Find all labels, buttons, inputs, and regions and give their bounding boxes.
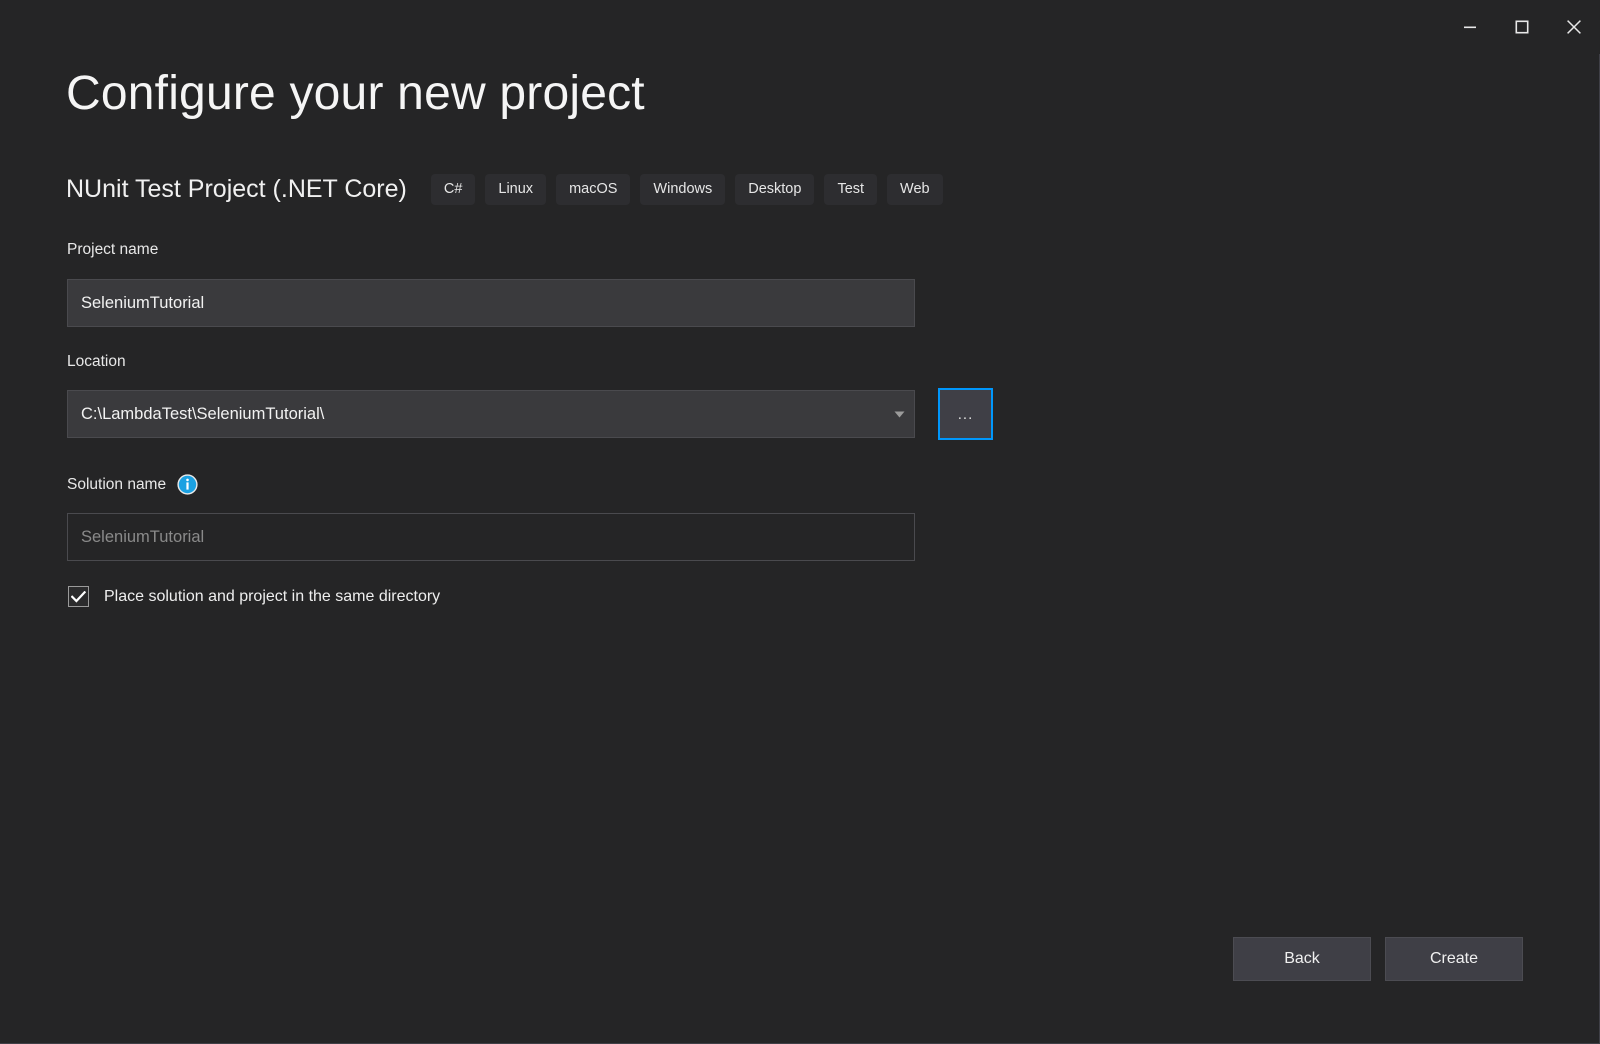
same-directory-row[interactable]: Place solution and project in the same d…	[68, 586, 440, 607]
minimize-button[interactable]	[1444, 0, 1496, 54]
location-input[interactable]	[68, 391, 884, 437]
same-directory-label: Place solution and project in the same d…	[104, 588, 440, 606]
location-combobox[interactable]	[67, 390, 915, 438]
footer-button-group: Back Create	[1233, 937, 1523, 981]
tag-chip-linux: Linux	[485, 174, 546, 205]
close-button[interactable]	[1548, 0, 1600, 54]
location-label: Location	[67, 353, 126, 371]
same-directory-checkbox[interactable]	[68, 586, 89, 607]
title-bar	[0, 0, 1600, 54]
tag-chip-desktop: Desktop	[735, 174, 814, 205]
tag-chip-windows: Windows	[640, 174, 725, 205]
maximize-icon	[1515, 20, 1529, 34]
configure-project-dialog: Configure your new project NUnit Test Pr…	[0, 0, 1600, 1044]
tag-chip-test: Test	[824, 174, 877, 205]
template-name: NUnit Test Project (.NET Core)	[66, 175, 407, 204]
project-name-input[interactable]	[67, 279, 915, 327]
page-title: Configure your new project	[66, 66, 645, 121]
browse-location-button[interactable]: ...	[938, 388, 993, 440]
info-icon[interactable]	[177, 474, 198, 495]
solution-name-label: Solution name	[67, 474, 198, 495]
project-name-label: Project name	[67, 241, 158, 259]
chevron-down-icon[interactable]	[884, 391, 914, 437]
close-icon	[1566, 19, 1582, 35]
create-button[interactable]: Create	[1385, 937, 1523, 981]
checkmark-icon	[71, 591, 86, 603]
solution-name-label-text: Solution name	[67, 476, 166, 494]
solution-name-input[interactable]	[67, 513, 915, 561]
template-summary-row: NUnit Test Project (.NET Core) C# Linux …	[66, 170, 953, 208]
back-button[interactable]: Back	[1233, 937, 1371, 981]
minimize-icon	[1463, 20, 1477, 34]
tag-chip-web: Web	[887, 174, 943, 205]
tag-chip-csharp: C#	[431, 174, 476, 205]
tag-chip-macos: macOS	[556, 174, 630, 205]
maximize-button[interactable]	[1496, 0, 1548, 54]
